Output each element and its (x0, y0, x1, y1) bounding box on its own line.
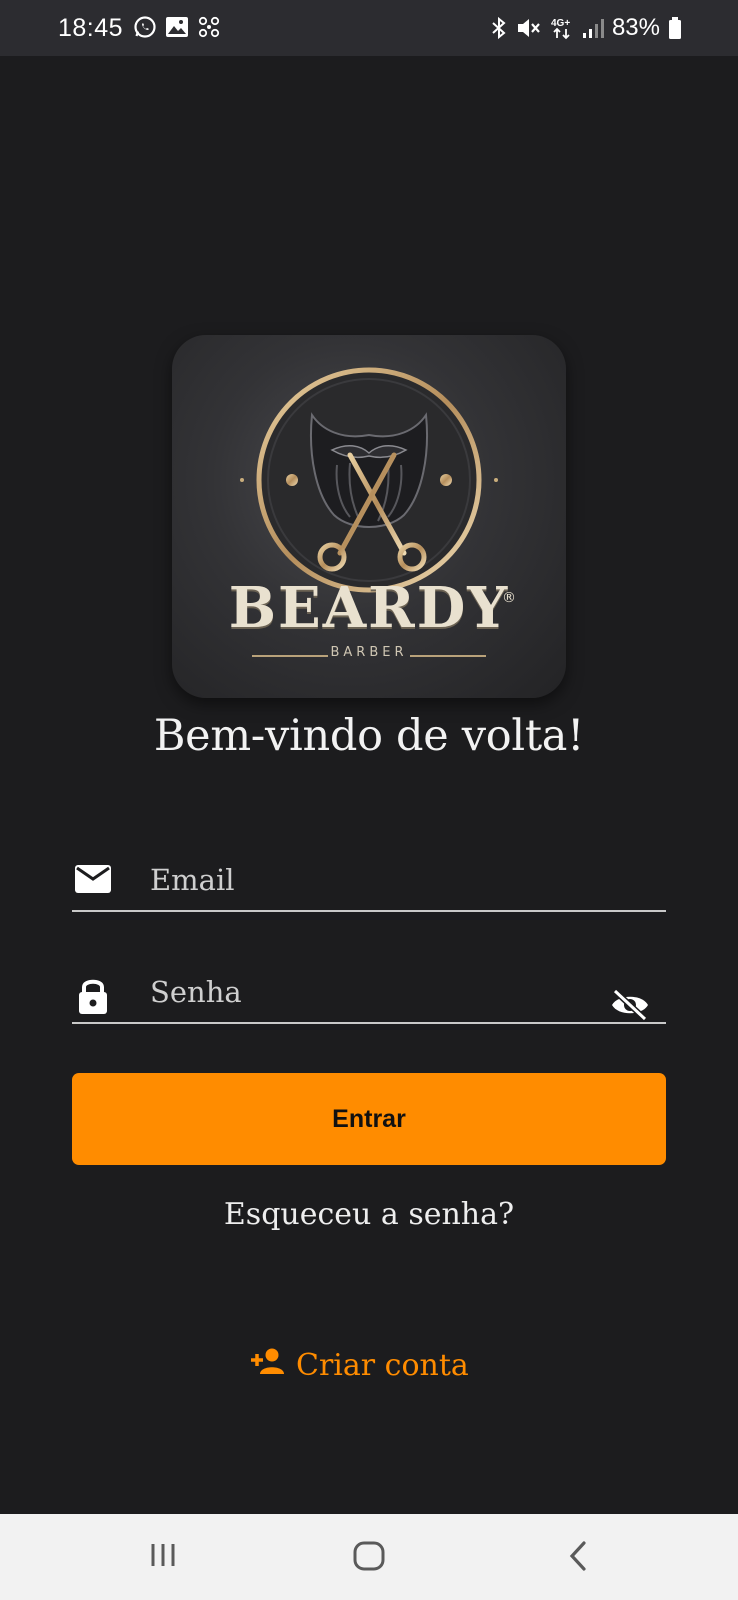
logo-divider-right (410, 655, 486, 657)
battery-icon (668, 16, 682, 40)
password-field (72, 954, 666, 1024)
password-input[interactable] (150, 972, 570, 1012)
email-input[interactable] (150, 860, 570, 900)
email-icon (74, 864, 112, 898)
email-field (72, 842, 666, 912)
lock-icon (74, 976, 112, 1020)
home-icon[interactable] (352, 1540, 386, 1576)
toggle-visibility-icon[interactable] (610, 988, 650, 1026)
status-left-icons (133, 15, 221, 39)
logo-registered-mark: ® (502, 590, 516, 606)
mute-icon (516, 16, 542, 40)
status-right-icons: 4G+ 83% (490, 14, 682, 42)
create-account-label: Criar conta (296, 1347, 469, 1383)
logo-emblem (240, 367, 498, 593)
status-time: 18:45 (58, 14, 124, 42)
recent-apps-icon[interactable] (148, 1540, 178, 1574)
forgot-password-link[interactable]: Esqueceu a senha? (0, 1197, 738, 1232)
battery-percent: 83% (611, 14, 660, 41)
add-person-icon (250, 1346, 286, 1384)
back-icon[interactable] (566, 1540, 590, 1576)
brand-logo: BEARDY ® BARBER (172, 335, 566, 698)
welcome-heading: Bem-vindo de volta! (153, 711, 585, 761)
whatsapp-icon (133, 15, 157, 39)
status-bar: 18:45 4G+ 83% (0, 0, 738, 56)
login-button[interactable]: Entrar (72, 1073, 666, 1165)
logo-brand-text: BEARDY (228, 575, 510, 641)
network-label: 4G+ (551, 18, 570, 29)
create-account-link[interactable]: Criar conta (250, 1346, 469, 1384)
login-screen: BEARDY ® BARBER Bem-vindo de volta! Entr… (0, 56, 738, 1514)
4g-icon: 4G+ (550, 16, 574, 40)
system-nav-bar (0, 1514, 738, 1600)
bluetooth-icon (490, 16, 508, 40)
signal-icon (582, 17, 604, 39)
logo-subtitle: BARBER (330, 645, 408, 660)
gallery-icon (165, 16, 189, 38)
pinwheel-icon (197, 15, 221, 39)
